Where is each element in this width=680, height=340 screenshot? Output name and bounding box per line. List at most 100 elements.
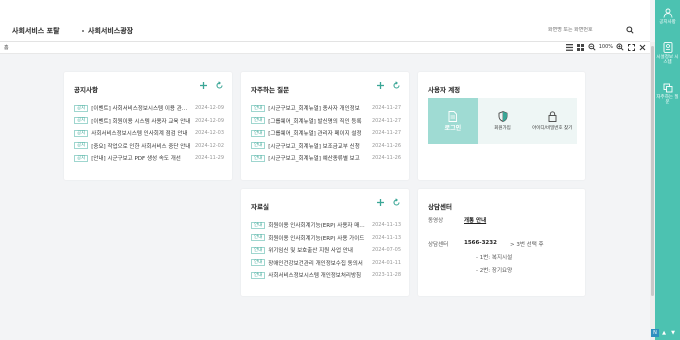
option1-row: - 1번: 복지시설 [476, 253, 512, 261]
option-2: - 2번: 장기요양 [476, 268, 513, 274]
list-item[interactable]: 공지 [이벤트] 회원이용 시스템 사용자 교육 안내 2024-12-09 [74, 115, 224, 128]
faq-card: 자주하는 질문 안내 [시군구보고_회계뉴얼] 종사자 개인정보 2024-11-2… [241, 72, 409, 180]
item-date: 2023-11-28 [371, 272, 401, 279]
faq-title: 자주하는 질문 [251, 86, 290, 94]
list-item[interactable]: 안내 [시군구보고_회계뉴얼] 종사자 개인정보 2024-11-27 [251, 102, 401, 115]
faq-list: 안내 [시군구보고_회계뉴얼] 종사자 개인정보 2024-11-27 안내 [그룹웨… [251, 102, 401, 165]
notice-card: 공지사항 공지 [이벤트] 사회서비스정보시스템 이용 관련 안내 2024-12-… [64, 72, 232, 180]
down-arrow-icon[interactable]: ▼ [669, 329, 677, 337]
sidebar-item-faq[interactable]: 자주하는 질문 [655, 83, 680, 105]
up-arrow-icon[interactable]: ▲ [660, 329, 668, 337]
zoom-in-icon[interactable] [616, 43, 624, 51]
signup-button[interactable]: 회원가입 [477, 98, 528, 144]
add-icon[interactable] [376, 81, 385, 90]
help-title: 상담센터 [428, 203, 452, 211]
list-item[interactable]: 안내 [그룹웨어_회계뉴얼] 발신명의 직인 등록 2024-11-27 [251, 115, 401, 128]
video-label: 동영상 [428, 218, 444, 224]
list-item[interactable]: 공지 [이벤트] 사회서비스정보시스템 이용 관련 안내 2024-12-09 [74, 102, 224, 115]
id-card-icon [663, 42, 672, 53]
item-title: 위기임신 및 보호출산 지원 사업 안내 [268, 248, 353, 255]
close-icon[interactable] [638, 43, 646, 51]
type-badge: 안내 [251, 246, 266, 254]
item-title: [시군구보고_회계뉴얼] 종사자 개인정보 [268, 106, 360, 113]
files-title: 자료실 [251, 203, 269, 211]
video-row: 동영상 [428, 216, 443, 224]
item-title: [그룹웨어_회계뉴얼] 발신명의 직인 등록 [268, 118, 362, 125]
center-row: 상담센터 [428, 240, 448, 248]
scrollbar-thumb[interactable] [651, 46, 654, 296]
phone-note: > 3번 선택 후 [510, 242, 544, 248]
type-badge: 안내 [251, 234, 266, 242]
refresh-icon[interactable] [392, 198, 401, 207]
list-item[interactable]: 안내 위기임신 및 보호출산 지원 사업 안내 2024-07-05 [251, 244, 401, 257]
type-badge: 공지 [74, 129, 89, 137]
item-title: [안내] 시군구보고 PDF 생성 속도 개선 [91, 156, 181, 163]
sidebar-item-label: 공지사항 [659, 20, 676, 25]
phone-note-row: > 3번 선택 후 [510, 240, 544, 248]
refresh-icon[interactable] [215, 81, 224, 90]
type-badge: 안내 [251, 259, 266, 267]
sidebar-item-notice[interactable]: 공지사항 [655, 8, 680, 25]
badge-n-icon[interactable]: N [651, 329, 659, 337]
list-item[interactable]: 안내 회원이용 인사회계기능(ERP) 사용 가이드 2024-11-13 [251, 232, 401, 245]
list-item[interactable]: 공지 사회서비스정보시스템 인사회계 점검 안내 2024-12-03 [74, 127, 224, 140]
help-card: 상담센터 동영상 개통 안내 상담센터 1566-3232 > 3번 선택 후 … [418, 189, 585, 296]
item-title: [시군구보고_회계뉴얼] 예산종류별 보고 [268, 156, 360, 163]
item-date: 2024-12-03 [194, 130, 224, 137]
list-view-icon[interactable] [577, 43, 585, 51]
list-item[interactable]: 공지 [안내] 시군구보고 PDF 생성 속도 개선 2024-11-29 [74, 152, 224, 165]
item-title: 회원이용 인사회계기능(ERP) 사용 가이드 [268, 235, 365, 242]
type-badge: 안내 [251, 104, 266, 112]
item-title: 사회서비스정보시스템 개인정보처리방침 [268, 273, 362, 280]
list-item[interactable]: 안내 [그룹웨어_회계뉴얼] 관리자 페이지 설정 2024-11-27 [251, 127, 401, 140]
shield-icon [498, 111, 507, 122]
portal-logo[interactable]: 사회서비스 포탈 [12, 26, 60, 36]
item-date: 2024-11-13 [371, 234, 401, 241]
tool-bar: 홈 100% [0, 42, 650, 54]
home-tab[interactable]: 홈 [4, 44, 9, 51]
login-button[interactable]: 로그인 [428, 98, 478, 144]
portal-link-label: 사회서비스광장 [88, 27, 134, 35]
type-badge: 공지 [74, 104, 89, 112]
type-badge: 공지 [74, 154, 89, 162]
search-input[interactable] [548, 27, 622, 33]
document-icon [448, 111, 458, 122]
item-date: 2024-11-29 [194, 155, 224, 162]
account-card: 사용자 계정 로그인 회원가입 아이디/비밀번호 찾기 [418, 72, 585, 180]
item-date: 2024-11-13 [371, 222, 401, 229]
list-item[interactable]: 안내 [시군구보고_회계뉴얼] 예산종류별 보고 2024-11-26 [251, 152, 401, 165]
notice-title: 공지사항 [74, 86, 98, 94]
fullscreen-icon[interactable] [627, 43, 635, 51]
video-link[interactable]: 개통 안내 [464, 218, 486, 224]
item-title: [시군구보고_회계뉴얼] 보조금교부 신청 [268, 143, 360, 150]
signup-label: 회원가입 [494, 126, 511, 131]
list-item[interactable]: 공지 [중요] 작업으로 인한 사회서비스 중단 안내 2024-12-02 [74, 140, 224, 153]
list-item[interactable]: 안내 장애인건강보건관리 개인정보수집 동의서 2024-01-11 [251, 257, 401, 270]
search-box [548, 26, 638, 36]
sidebar-item-label: 자주하는 질문 [656, 95, 679, 105]
search-icon[interactable] [626, 26, 634, 34]
item-title: 장애인건강보건관리 개인정보수집 동의서 [268, 260, 363, 267]
grid-view-icon[interactable] [566, 43, 574, 51]
sidebar-item-facility[interactable]: 시설정보 시스템 [655, 42, 680, 65]
add-icon[interactable] [376, 198, 385, 207]
files-card: 자료실 안내 회원이용 인사회계기능(ERP) 사용자 매뉴얼 2024-11-13… [241, 189, 409, 296]
lock-icon [548, 111, 557, 122]
item-title: 회원이용 인사회계기능(ERP) 사용자 매뉴얼 [268, 223, 368, 230]
find-account-label: 아이디/비밀번호 찾기 [532, 126, 573, 131]
list-item[interactable]: 안내 회원이용 인사회계기능(ERP) 사용자 매뉴얼 2024-11-13 [251, 219, 401, 232]
list-item[interactable]: 안내 사회서비스정보시스템 개인정보처리방침 2023-11-28 [251, 269, 401, 282]
list-item[interactable]: 안내 [시군구보고_회계뉴얼] 보조금교부 신청 2024-11-26 [251, 140, 401, 153]
zoom-out-icon[interactable] [588, 43, 596, 51]
type-badge: 공지 [74, 142, 89, 150]
add-icon[interactable] [199, 81, 208, 90]
video-link-row: 개통 안내 [464, 216, 486, 224]
type-badge: 안내 [251, 129, 266, 137]
refresh-icon[interactable] [392, 81, 401, 90]
view-tools: 100% [566, 43, 646, 51]
type-badge: 안내 [251, 271, 266, 279]
type-badge: 공지 [74, 117, 89, 125]
zoom-level: 100% [598, 44, 613, 50]
portal-link[interactable]: 사회서비스광장 [82, 26, 133, 36]
find-account-button[interactable]: 아이디/비밀번호 찾기 [527, 98, 578, 144]
